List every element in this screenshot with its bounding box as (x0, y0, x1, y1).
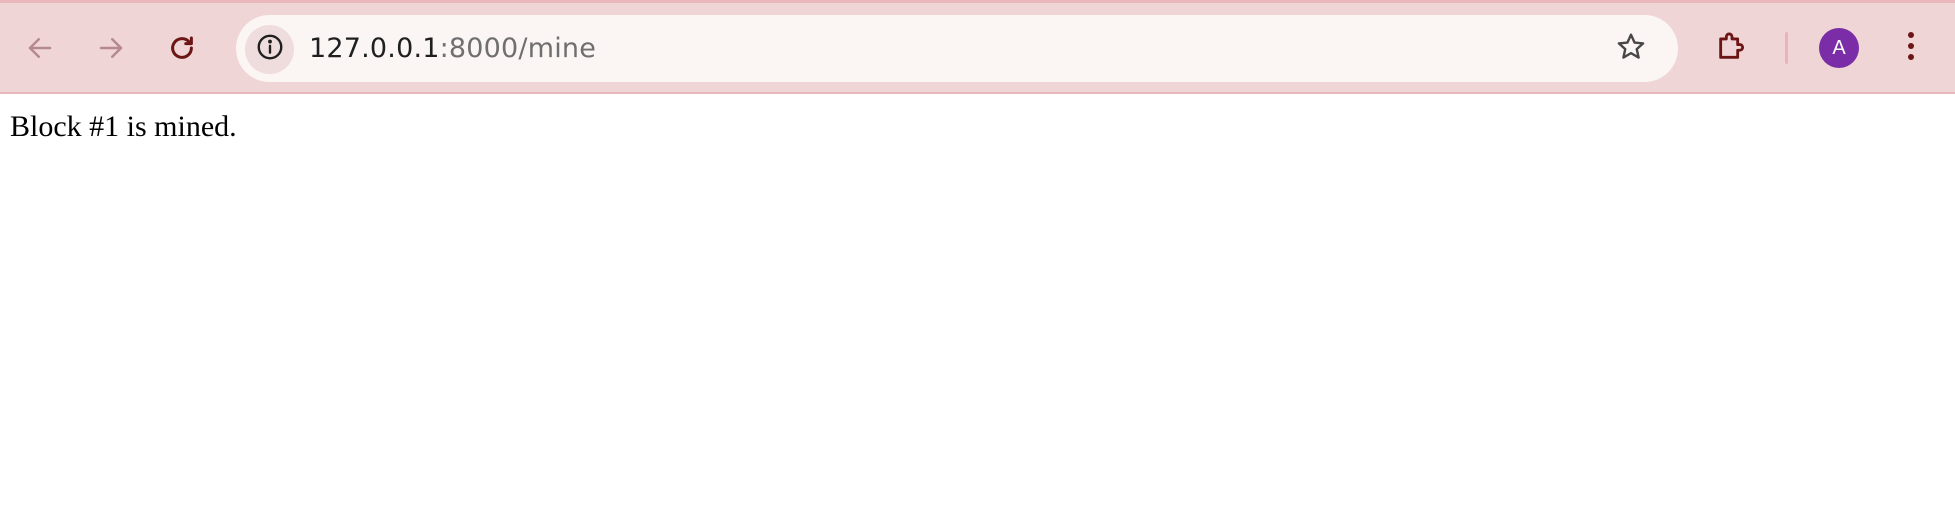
reload-button[interactable] (156, 22, 208, 74)
mined-message: Block #1 is mined. (10, 110, 237, 143)
star-outline-icon (1615, 31, 1647, 68)
tab-strip-edge (0, 0, 1955, 3)
profile-avatar[interactable]: A (1819, 28, 1859, 68)
forward-button[interactable] (85, 22, 137, 74)
url-text[interactable]: 127.0.0.1:8000/mine (309, 15, 596, 82)
arrow-left-icon (25, 33, 55, 63)
extensions-button[interactable] (1706, 22, 1758, 74)
puzzle-piece-icon (1715, 29, 1749, 68)
address-bar[interactable]: 127.0.0.1:8000/mine (236, 15, 1678, 82)
page-content: Block #1 is mined. (0, 96, 1955, 509)
arrow-right-icon (96, 33, 126, 63)
info-icon (255, 32, 285, 67)
vertical-ellipsis-icon (1906, 30, 1916, 67)
reload-icon (167, 33, 197, 63)
url-path: :8000/mine (439, 33, 597, 64)
back-button[interactable] (14, 22, 66, 74)
url-host: 127.0.0.1 (309, 33, 440, 64)
browser-menu-button[interactable] (1888, 22, 1934, 74)
toolbar-divider (1785, 32, 1788, 64)
browser-toolbar: 127.0.0.1:8000/mine A (0, 0, 1955, 94)
bookmark-button[interactable] (1610, 28, 1652, 70)
site-info-button[interactable] (245, 25, 294, 74)
